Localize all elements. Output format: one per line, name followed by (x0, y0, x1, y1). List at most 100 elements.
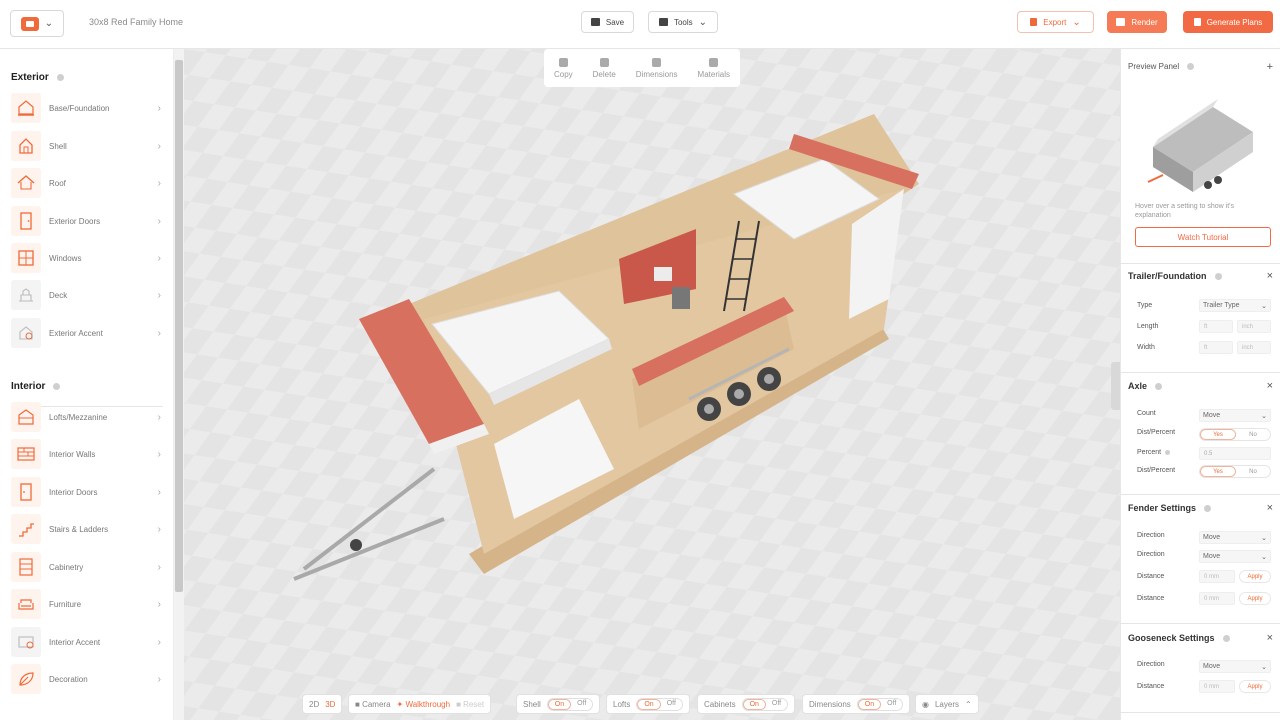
sidebar-scrollbar-thumb[interactable] (175, 60, 183, 592)
apply-button[interactable]: Apply (1239, 680, 1271, 693)
dimensions-switch[interactable]: On Off (856, 697, 904, 711)
sidebar-item-label: Exterior Accent (49, 328, 103, 338)
count-label: Count (1137, 410, 1156, 417)
interior-title: Interior (11, 381, 46, 392)
save-button[interactable]: Save (581, 11, 634, 33)
3d-viewport[interactable]: Copy Delete Dimensions Materials (184, 49, 1120, 720)
toggle-yes[interactable]: Yes (1200, 466, 1236, 477)
chevron-right-icon: › (157, 140, 161, 152)
view-toggle-group: 2D 3D (302, 694, 343, 714)
gooseneck-distance-input[interactable]: 0 mm (1199, 680, 1235, 693)
sidebar-item-shell[interactable]: Shell › (11, 130, 161, 162)
cabinets-off[interactable]: Off (766, 699, 787, 710)
info-icon[interactable] (53, 383, 61, 390)
width-inch-input[interactable]: inch (1237, 341, 1271, 354)
sidebar-item-base-foundation[interactable]: Base/Foundation › (11, 92, 161, 124)
generate-plans-button[interactable]: Generate Plans (1183, 11, 1273, 33)
lofts-on[interactable]: On (637, 698, 661, 710)
sidebar-item-deck[interactable]: Deck › (11, 279, 161, 311)
sidebar-item-interior-walls[interactable]: Interior Walls › (11, 438, 161, 470)
roof-icon (11, 168, 41, 198)
dimensions-on[interactable]: On (857, 698, 882, 710)
sidebar-item-roof[interactable]: Roof › (11, 167, 161, 199)
trailer-type-select[interactable]: Trailer Type ⌄ (1199, 299, 1271, 312)
gooseneck-direction-select[interactable]: Move ⌄ (1199, 660, 1271, 673)
shell-off[interactable]: Off (571, 699, 592, 710)
sidebar-item-exterior-accent[interactable]: Exterior Accent › (11, 317, 161, 349)
fender-distance-input-2[interactable]: 0 mm (1199, 592, 1235, 605)
width-ft-input[interactable]: ft (1199, 341, 1233, 354)
preview-hint: Hover over a setting to show it's explan… (1135, 203, 1234, 219)
fender-distance-input[interactable]: 0 mm (1199, 570, 1235, 583)
render-button[interactable]: Render (1107, 11, 1167, 33)
length-inch-input[interactable]: inch (1237, 320, 1271, 333)
lofts-switch[interactable]: On Off (636, 697, 683, 711)
info-icon[interactable] (56, 74, 64, 81)
delete-button[interactable]: Delete (592, 57, 616, 79)
materials-button[interactable]: Materials (698, 57, 730, 79)
percent-input[interactable]: 0.5 (1199, 447, 1271, 460)
info-icon[interactable] (1187, 63, 1195, 70)
cabinet-icon (11, 552, 41, 582)
sidebar-item-furniture[interactable]: Furniture › (11, 588, 161, 620)
dist-percent-toggle[interactable]: Yes No (1199, 465, 1271, 478)
axle-title: Axle (1128, 381, 1148, 391)
sidebar-item-interior-doors[interactable]: Interior Doors › (11, 476, 161, 508)
close-icon[interactable]: × (1267, 270, 1273, 282)
shell-switch[interactable]: On Off (546, 697, 594, 711)
delete-label: Delete (592, 69, 616, 79)
dist-percent-toggle[interactable]: Yes No (1199, 428, 1271, 441)
copy-button[interactable]: Copy (554, 57, 573, 79)
chevron-down-icon: ⌄ (1261, 663, 1267, 671)
view-3d-button[interactable]: 3D (325, 700, 335, 709)
sidebar-item-cabinetry[interactable]: Cabinetry › (11, 551, 161, 583)
divider (1121, 372, 1280, 373)
distance-label: Distance (1137, 595, 1165, 602)
apply-button[interactable]: Apply (1239, 592, 1271, 605)
close-icon[interactable]: × (1267, 502, 1273, 514)
toggle-no[interactable]: No (1236, 466, 1270, 477)
cabinets-switch[interactable]: On Off (741, 697, 789, 711)
sidebar-item-exterior-doors[interactable]: Exterior Doors › (11, 205, 161, 237)
shell-on[interactable]: On (547, 698, 572, 710)
add-icon[interactable]: + (1267, 61, 1273, 73)
walkthrough-button[interactable]: ✦ Walkthrough (397, 700, 451, 709)
sidebar-item-interior-accent[interactable]: Interior Accent › (11, 626, 161, 658)
sidebar-item-decoration[interactable]: Decoration › (11, 663, 161, 695)
scene-canvas[interactable] (184, 49, 1120, 720)
cabinets-on[interactable]: On (742, 698, 766, 710)
view-2d-button[interactable]: 2D (309, 700, 319, 709)
ruler-icon (652, 57, 662, 67)
camera-group: ■ Camera ✦ Walkthrough ■ Reset (348, 694, 492, 714)
lofts-off[interactable]: Off (661, 699, 682, 710)
dimensions-button[interactable]: Dimensions (636, 57, 678, 79)
info-icon[interactable] (1214, 272, 1222, 280)
apply-button[interactable]: Apply (1239, 570, 1271, 583)
export-button[interactable]: Export ⌄ (1017, 11, 1094, 33)
tools-button[interactable]: Tools ⌄ (648, 11, 718, 33)
info-icon[interactable] (1222, 634, 1230, 642)
watch-tutorial-button[interactable]: Watch Tutorial (1135, 227, 1271, 247)
dimensions-off[interactable]: Off (881, 699, 902, 710)
app-menu-button[interactable]: ⌄ (10, 10, 64, 37)
close-icon[interactable]: × (1267, 632, 1273, 644)
export-label: Export (1043, 17, 1067, 27)
sidebar-item-stairs-ladders[interactable]: Stairs & Ladders › (11, 513, 161, 545)
fender-direction-select[interactable]: Move ⌄ (1199, 531, 1271, 544)
sidebar-item-windows[interactable]: Windows › (11, 242, 161, 274)
layers-button[interactable]: ◉ Layers ⌃ (915, 694, 979, 714)
close-icon[interactable]: × (1267, 380, 1273, 392)
right-panel-collapse-handle[interactable] (1111, 362, 1120, 410)
axle-count-select[interactable]: Move ⌄ (1199, 409, 1271, 422)
direction-label: Direction (1137, 532, 1165, 539)
fender-direction-select-2[interactable]: Move ⌄ (1199, 550, 1271, 563)
info-icon[interactable] (1165, 450, 1171, 455)
toggle-no[interactable]: No (1236, 429, 1270, 440)
toggle-yes[interactable]: Yes (1200, 429, 1236, 440)
reset-button[interactable]: ■ Reset (456, 700, 484, 709)
camera-button[interactable]: ■ Camera (355, 700, 391, 709)
length-ft-input[interactable]: ft (1199, 320, 1233, 333)
info-icon[interactable] (1155, 382, 1163, 390)
info-icon[interactable] (1204, 504, 1212, 512)
sidebar-item-lofts[interactable]: Lofts/Mezzanine › (11, 401, 161, 433)
